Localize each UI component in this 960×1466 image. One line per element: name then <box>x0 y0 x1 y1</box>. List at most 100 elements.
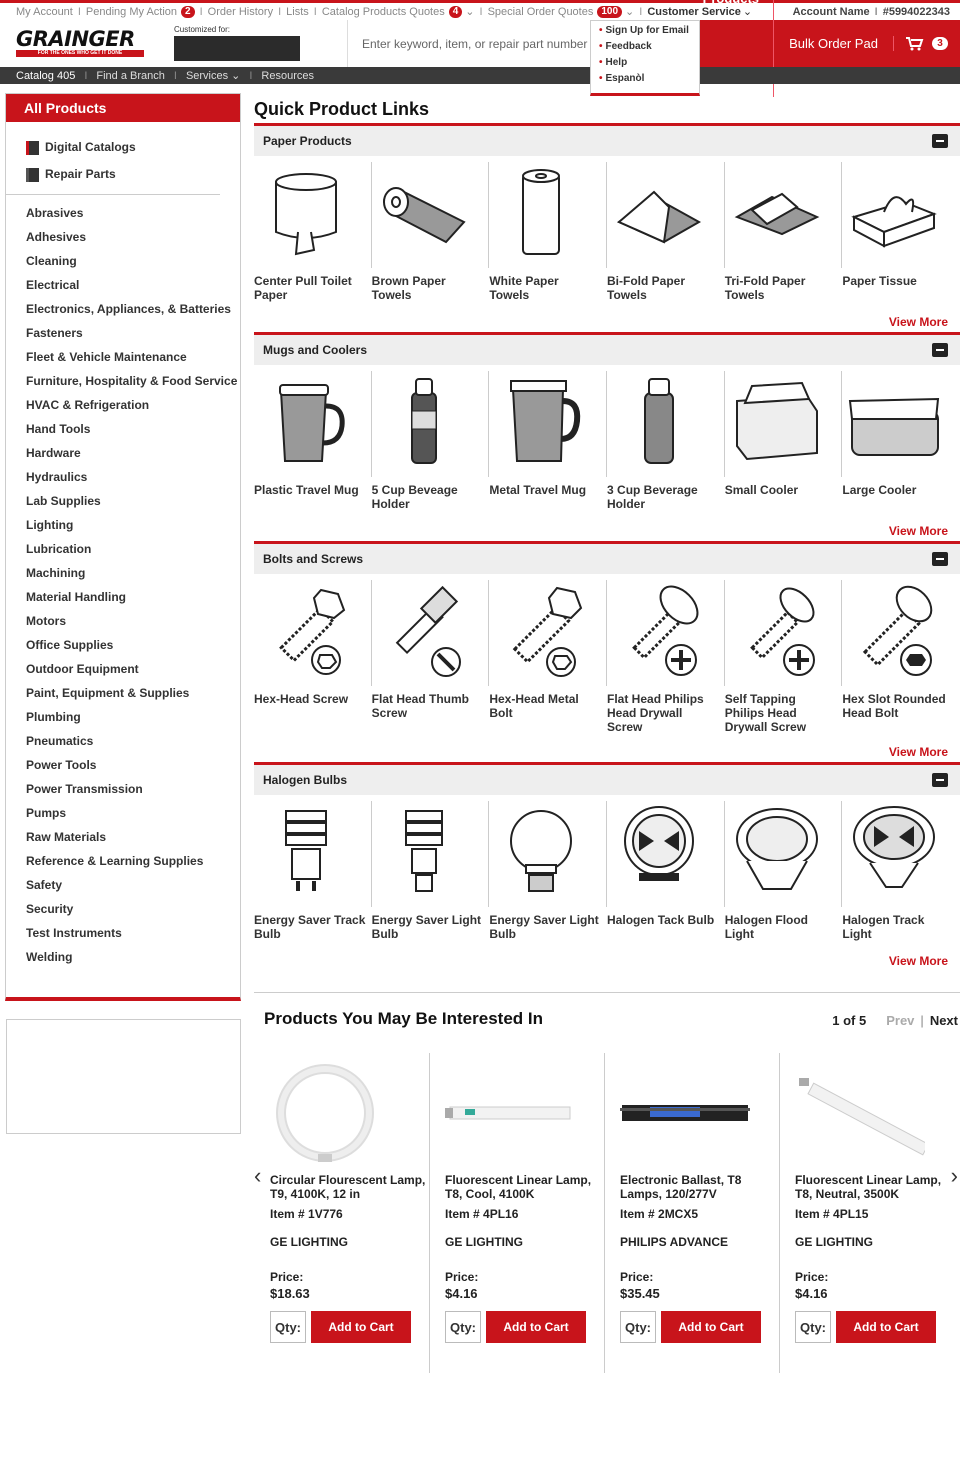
ballast-image[interactable] <box>620 1093 750 1133</box>
sidebar-category[interactable]: Test Instruments <box>26 921 240 945</box>
product-image[interactable] <box>727 801 827 901</box>
product-name[interactable]: Hex-Head Screw <box>254 692 372 734</box>
order-history-link[interactable]: Order History <box>208 6 273 18</box>
collapse-icon[interactable] <box>932 552 948 566</box>
view-more-link[interactable]: View More <box>254 951 960 971</box>
product-image[interactable] <box>609 580 709 680</box>
sidebar-category[interactable]: Paint, Equipment & Supplies <box>26 681 240 705</box>
sidebar-category[interactable]: Lubrication <box>26 537 240 561</box>
product-tile[interactable] <box>842 580 960 686</box>
sidebar-category[interactable]: Machining <box>26 561 240 585</box>
product-tile[interactable] <box>372 801 490 907</box>
sidebar-category[interactable]: Furniture, Hospitality & Food Service <box>26 369 240 393</box>
product-image[interactable] <box>491 801 591 901</box>
sidebar-category[interactable]: Electrical <box>26 273 240 297</box>
product-name[interactable]: Flat Head Thumb Screw <box>372 692 490 734</box>
product-name[interactable]: Self Tapping Philips Head Drywall Screw <box>725 692 843 734</box>
add-to-cart-button[interactable]: Add to Cart <box>311 1311 411 1343</box>
product-name[interactable]: Center Pull Toilet Paper <box>254 274 372 302</box>
sidebar-category[interactable]: Hydraulics <box>26 465 240 489</box>
product-name[interactable]: Hex Slot Rounded Head Bolt <box>842 692 960 734</box>
product-tile[interactable] <box>254 162 372 268</box>
product-name[interactable]: Fluorescent Linear Lamp, T8, Cool, 4100K <box>445 1173 604 1207</box>
product-name[interactable]: Halogen Flood Light <box>725 913 843 941</box>
product-name[interactable]: Fluorescent Linear Lamp, T8, Neutral, 35… <box>795 1173 955 1207</box>
sidebar-category[interactable]: Hardware <box>26 441 240 465</box>
dropdown-item[interactable]: • Feedback <box>599 39 699 55</box>
product-image[interactable] <box>374 371 474 471</box>
qty-input[interactable]: Qty: <box>445 1311 481 1343</box>
sidebar-category[interactable]: Office Supplies <box>26 633 240 657</box>
catalog-quotes-link[interactable]: Catalog Products Quotes <box>322 6 445 18</box>
sidebar-category[interactable]: Welding <box>26 945 240 969</box>
product-image[interactable] <box>609 371 709 471</box>
product-image[interactable] <box>844 371 944 471</box>
product-tile[interactable] <box>607 371 725 477</box>
product-name[interactable]: Circular Flourescent Lamp, T9, 4100K, 12… <box>270 1173 429 1207</box>
product-tile[interactable] <box>372 162 490 268</box>
product-name[interactable]: Plastic Travel Mug <box>254 483 372 511</box>
section-header[interactable]: Bolts and Screws <box>254 544 960 574</box>
sidebar-category[interactable]: Outdoor Equipment <box>26 657 240 681</box>
product-tile[interactable] <box>842 162 960 268</box>
product-tile[interactable] <box>254 801 372 907</box>
product-image[interactable] <box>844 801 944 901</box>
sidebar-category[interactable]: Adhesives <box>26 225 240 249</box>
product-tile[interactable] <box>725 371 843 477</box>
product-image[interactable] <box>727 162 827 262</box>
dropdown-item[interactable]: • Espanòl <box>599 71 699 87</box>
product-name[interactable]: White Paper Towels <box>489 274 607 302</box>
view-more-link[interactable]: View More <box>254 742 960 762</box>
product-name[interactable]: 5 Cup Beveage Holder <box>372 483 490 511</box>
product-tile[interactable] <box>607 801 725 907</box>
product-name[interactable]: Small Cooler <box>725 483 843 511</box>
view-more-link[interactable]: View More <box>254 521 960 541</box>
product-name[interactable]: Energy Saver Light Bulb <box>372 913 490 941</box>
my-account-link[interactable]: My Account <box>16 6 73 18</box>
product-tile[interactable] <box>372 580 490 686</box>
product-image[interactable] <box>256 801 356 901</box>
section-header[interactable]: Mugs and Coolers <box>254 335 960 365</box>
prev-link[interactable]: Prev <box>886 1013 914 1028</box>
product-name[interactable]: Halogen Track Light <box>842 913 960 941</box>
sidebar-category[interactable]: Fasteners <box>26 321 240 345</box>
product-name[interactable]: Metal Travel Mug <box>489 483 607 511</box>
sidebar-category[interactable]: Fleet & Vehicle Maintenance <box>26 345 240 369</box>
qty-input[interactable]: Qty: <box>795 1311 831 1343</box>
account-info[interactable]: Account Name I #5994022343 <box>793 6 950 18</box>
product-tile[interactable] <box>254 371 372 477</box>
product-tile[interactable] <box>725 580 843 686</box>
sidebar-category[interactable]: Reference & Learning Supplies <box>26 849 240 873</box>
chevron-right-icon[interactable]: › <box>951 1163 958 1189</box>
repair-parts-link[interactable]: Repair Parts <box>26 161 220 188</box>
product-tile[interactable] <box>842 371 960 477</box>
sidebar-category[interactable]: Hand Tools <box>26 417 240 441</box>
product-name[interactable]: Energy Saver Light Bulb <box>489 913 607 941</box>
product-name[interactable]: Bi-Fold Paper Towels <box>607 274 725 302</box>
chevron-left-icon[interactable]: ‹ <box>254 1163 261 1189</box>
product-tile[interactable] <box>489 580 608 686</box>
sidebar-category[interactable]: Safety <box>26 873 240 897</box>
sidebar-category[interactable]: Cleaning <box>26 249 240 273</box>
special-quotes-link[interactable]: Special Order Quotes <box>488 6 594 18</box>
product-name[interactable]: Tri-Fold Paper Towels <box>725 274 843 302</box>
product-name[interactable]: Energy Saver Track Bulb <box>254 913 372 941</box>
sidebar-category[interactable]: Electronics, Appliances, & Batteries <box>26 297 240 321</box>
sidebar-category[interactable]: Abrasives <box>26 201 240 225</box>
add-to-cart-button[interactable]: Add to Cart <box>661 1311 761 1343</box>
add-to-cart-button[interactable]: Add to Cart <box>486 1311 586 1343</box>
search-input[interactable]: Enter keyword, item, or repair part numb… <box>349 20 594 67</box>
resources-link[interactable]: Resources <box>261 70 314 82</box>
product-image[interactable] <box>374 162 474 262</box>
sidebar-category[interactable]: Pneumatics <box>26 729 240 753</box>
qty-input[interactable]: Qty: <box>620 1311 656 1343</box>
product-image[interactable] <box>727 371 827 471</box>
collapse-icon[interactable] <box>932 343 948 357</box>
cart-button[interactable]: 3 <box>894 36 960 51</box>
product-image[interactable] <box>374 580 474 680</box>
product-image[interactable] <box>609 162 709 262</box>
sidebar-category[interactable]: Security <box>26 897 240 921</box>
product-tile[interactable] <box>489 162 608 268</box>
circular-lamp-image[interactable] <box>270 1058 380 1168</box>
product-image[interactable] <box>256 162 356 262</box>
